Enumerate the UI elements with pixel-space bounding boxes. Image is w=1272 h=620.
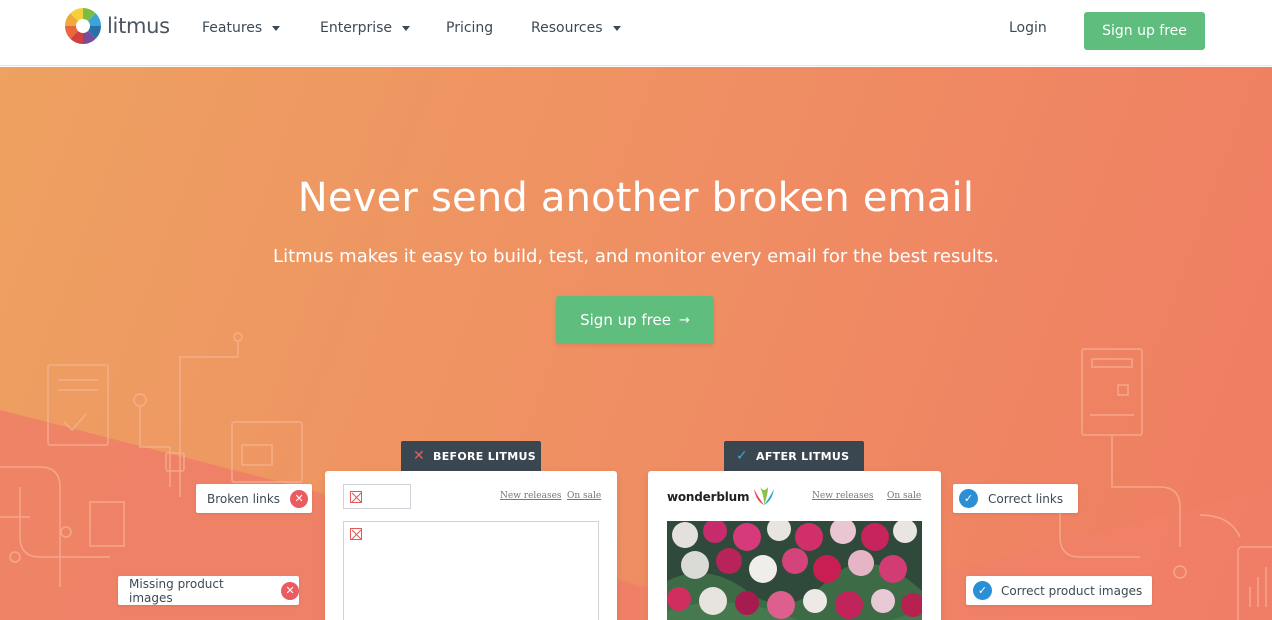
- error-x-icon: ✕: [290, 489, 309, 508]
- after-litmus-tag: ✓ AFTER LITMUS: [724, 441, 864, 471]
- login-link[interactable]: Login: [1009, 20, 1047, 36]
- callout-correct-images-label: Correct product images: [1001, 583, 1143, 598]
- hero-signup-label: Sign up free: [580, 311, 671, 329]
- nav-enterprise[interactable]: Enterprise: [320, 20, 411, 36]
- signup-button[interactable]: Sign up free: [1084, 12, 1205, 50]
- broken-image-icon: [350, 528, 362, 540]
- after-link-new-releases[interactable]: New releases: [812, 491, 874, 501]
- callout-correct-links-label: Correct links: [988, 491, 1064, 506]
- nav-enterprise-label: Enterprise: [320, 20, 393, 36]
- nav-resources-label: Resources: [531, 20, 603, 36]
- litmus-wordmark: litmus: [107, 14, 170, 38]
- callout-broken-links-label: Broken links: [207, 491, 281, 506]
- wonderblum-logo: wonderblum: [667, 487, 776, 507]
- tulips-product-image: [667, 521, 922, 620]
- broken-hero-placeholder: [343, 521, 599, 620]
- hero-signup-button[interactable]: Sign up free →: [556, 296, 714, 344]
- top-navigation: litmus Features Enterprise Pricing Resou…: [0, 0, 1272, 66]
- check-circle-icon: ✓: [959, 489, 978, 508]
- check-icon: ✓: [736, 448, 749, 464]
- arrow-right-icon: →: [678, 312, 690, 328]
- error-x-icon: ✕: [281, 581, 299, 600]
- before-litmus-label: BEFORE LITMUS: [433, 449, 536, 463]
- litmus-logo[interactable]: litmus: [65, 8, 170, 44]
- hero-subtitle: Litmus makes it easy to build, test, and…: [273, 246, 999, 267]
- nav-features[interactable]: Features: [202, 20, 281, 36]
- before-email-preview: New releases On sale: [325, 471, 617, 620]
- nav-pricing[interactable]: Pricing: [446, 20, 493, 36]
- hero-section: Never send another broken email Litmus m…: [0, 67, 1272, 620]
- chevron-down-icon: [272, 25, 281, 31]
- before-litmus-tag: ✕ BEFORE LITMUS: [401, 441, 541, 471]
- broken-image-icon: [350, 491, 362, 503]
- nav-pricing-label: Pricing: [446, 20, 494, 36]
- check-circle-icon: ✓: [973, 581, 992, 600]
- hero-title: Never send another broken email: [297, 175, 975, 221]
- litmus-logo-icon: [65, 8, 101, 44]
- tulip-icon: [754, 487, 775, 505]
- close-icon: ✕: [413, 448, 426, 464]
- chevron-down-icon: [612, 25, 621, 31]
- broken-logo-placeholder: [343, 484, 411, 509]
- callout-correct-images: ✓ Correct product images: [966, 576, 1152, 605]
- callout-broken-links: Broken links ✕: [196, 484, 312, 513]
- before-link-on-sale[interactable]: On sale: [567, 491, 601, 501]
- before-link-new-releases[interactable]: New releases: [500, 491, 562, 501]
- wonderblum-wordmark: wonderblum: [667, 490, 750, 504]
- after-email-preview: wonderblum New releases On sale: [648, 471, 941, 620]
- nav-features-label: Features: [202, 20, 263, 36]
- chevron-down-icon: [402, 25, 411, 31]
- after-litmus-label: AFTER LITMUS: [756, 449, 850, 463]
- callout-missing-images: Missing product images ✕: [118, 576, 299, 605]
- callout-missing-images-label: Missing product images: [129, 576, 224, 605]
- callout-correct-links: ✓ Correct links: [953, 484, 1078, 513]
- nav-resources[interactable]: Resources: [531, 20, 621, 36]
- after-link-on-sale[interactable]: On sale: [887, 491, 921, 501]
